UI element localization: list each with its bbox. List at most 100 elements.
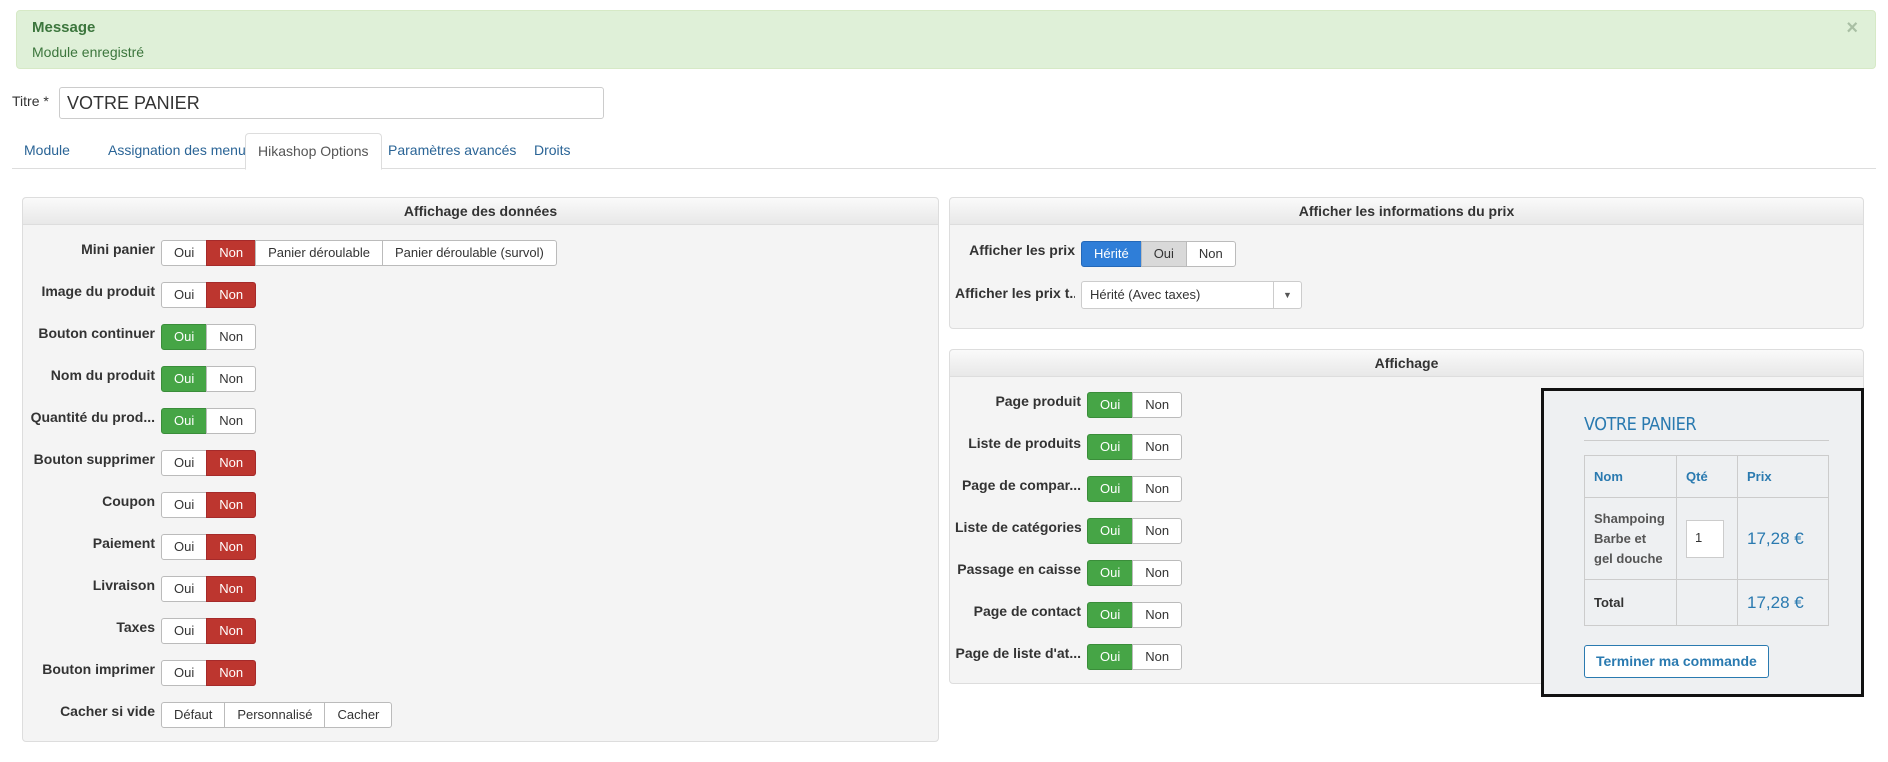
nom-du-produit-non-button[interactable]: Non: [206, 366, 257, 392]
option-label-cacher-si-vide: Cacher si vide: [60, 703, 155, 719]
option-label-bouton-imprimer: Bouton imprimer: [42, 661, 155, 677]
cacher-si-vide-defaut-button[interactable]: Défaut: [161, 702, 226, 728]
option-row-coupon: Coupon Oui Non: [29, 492, 909, 518]
liste-de-produits-non-button[interactable]: Non: [1132, 434, 1183, 460]
cart-module-preview: VOTRE PANIER Nom Qté Prix Shampoing Barb…: [1541, 388, 1864, 697]
tab-hikashop-options[interactable]: Hikashop Options: [245, 133, 382, 170]
option-row-page-produit: Page produit Oui Non: [955, 392, 1455, 418]
show-prices-inherited-button[interactable]: Hérité: [1081, 241, 1142, 267]
title-input[interactable]: [59, 87, 604, 119]
option-label-page-de-contact: Page de contact: [973, 603, 1081, 619]
coupon-oui-button[interactable]: Oui: [161, 492, 208, 518]
data-panel-title: Affichage des données: [23, 198, 938, 225]
option-toggle-bouton-imprimer: Oui Non: [161, 660, 257, 686]
tab-menu-assignment[interactable]: Assignation des menus: [96, 133, 265, 170]
option-label-bouton-supprimer: Bouton supprimer: [33, 451, 155, 467]
mini-panier-non-button[interactable]: Non: [206, 240, 257, 266]
option-toggle-page-de-liste-d-at: Oui Non: [1087, 644, 1183, 670]
cacher-si-vide-cacher-button[interactable]: Cacher: [324, 702, 393, 728]
mini-panier-panier-deroulable-button[interactable]: Panier déroulable: [255, 240, 383, 266]
option-toggle-quantite-du-prod: Oui Non: [161, 408, 257, 434]
bouton-imprimer-non-button[interactable]: Non: [206, 660, 257, 686]
cart-header-name: Nom: [1584, 455, 1677, 498]
message-title: Message: [32, 19, 96, 36]
tab-advanced-settings[interactable]: Paramètres avancés: [376, 133, 528, 170]
price-type-label: Afficher les prix t...: [955, 285, 1075, 301]
option-label-bouton-continuer: Bouton continuer: [38, 325, 155, 341]
image-du-produit-oui-button[interactable]: Oui: [161, 282, 208, 308]
bouton-imprimer-oui-button[interactable]: Oui: [161, 660, 208, 686]
cart-header-qty: Qté: [1676, 455, 1738, 498]
option-label-page-de-compar: Page de compar...: [961, 477, 1081, 493]
option-toggle-nom-du-produit: Oui Non: [161, 366, 257, 392]
mini-panier-panier-deroulable-survol-button[interactable]: Panier déroulable (survol): [382, 240, 557, 266]
liste-de-categories-oui-button[interactable]: Oui: [1087, 518, 1134, 544]
passage-en-caisse-non-button[interactable]: Non: [1132, 560, 1183, 586]
bouton-supprimer-non-button[interactable]: Non: [206, 450, 257, 476]
cacher-si-vide-personnalise-button[interactable]: Personnalisé: [224, 702, 326, 728]
show-prices-label: Afficher les prix: [969, 242, 1075, 258]
tab-bar: Module Assignation des menus Hikashop Op…: [12, 133, 1876, 170]
option-toggle-page-de-compar: Oui Non: [1087, 476, 1183, 502]
coupon-non-button[interactable]: Non: [206, 492, 257, 518]
cart-item-qty-input[interactable]: 1: [1686, 519, 1724, 558]
option-row-passage-en-caisse: Passage en caisse Oui Non: [955, 560, 1455, 586]
option-label-passage-en-caisse: Passage en caisse: [957, 561, 1081, 577]
option-toggle-liste-de-produits: Oui Non: [1087, 434, 1183, 460]
paiement-oui-button[interactable]: Oui: [161, 534, 208, 560]
data-display-panel: Affichage des données Mini panier Oui Non P…: [22, 197, 939, 742]
passage-en-caisse-oui-button[interactable]: Oui: [1087, 560, 1134, 586]
quantite-du-prod-oui-button[interactable]: Oui: [161, 408, 208, 434]
show-prices-yes-button[interactable]: Oui: [1140, 241, 1187, 267]
page-produit-non-button[interactable]: Non: [1132, 392, 1183, 418]
taxes-oui-button[interactable]: Oui: [161, 618, 208, 644]
price-type-select[interactable]: Hérité (Avec taxes) ▼: [1081, 281, 1302, 309]
taxes-non-button[interactable]: Non: [206, 618, 257, 644]
bouton-continuer-non-button[interactable]: Non: [206, 324, 257, 350]
option-toggle-passage-en-caisse: Oui Non: [1087, 560, 1183, 586]
image-du-produit-non-button[interactable]: Non: [206, 282, 257, 308]
option-label-mini-panier: Mini panier: [81, 241, 155, 257]
checkout-button[interactable]: Terminer ma commande: [1584, 645, 1769, 678]
nom-du-produit-oui-button[interactable]: Oui: [161, 366, 208, 392]
page-de-liste-d-at-non-button[interactable]: Non: [1132, 644, 1183, 670]
page-de-liste-d-at-oui-button[interactable]: Oui: [1087, 644, 1134, 670]
price-type-value: Hérité (Avec taxes): [1090, 287, 1201, 302]
page-de-contact-non-button[interactable]: Non: [1132, 602, 1183, 628]
bouton-supprimer-oui-button[interactable]: Oui: [161, 450, 208, 476]
page-de-compar-non-button[interactable]: Non: [1132, 476, 1183, 502]
caret-down-icon: ▼: [1273, 282, 1301, 308]
livraison-non-button[interactable]: Non: [206, 576, 257, 602]
cart-total-row: Total 17,28 €: [1584, 579, 1829, 626]
option-label-livraison: Livraison: [92, 577, 155, 593]
option-toggle-bouton-supprimer: Oui Non: [161, 450, 257, 476]
option-label-quantite-du-prod: Quantité du prod...: [30, 409, 155, 425]
option-row-image-du-produit: Image du produit Oui Non: [29, 282, 909, 308]
show-prices-no-button[interactable]: Non: [1185, 241, 1236, 267]
mini-panier-oui-button[interactable]: Oui: [161, 240, 208, 266]
cart-table: Nom Qté Prix Shampoing Barbe et gel douc…: [1584, 455, 1829, 626]
close-icon[interactable]: ×: [1846, 17, 1858, 40]
option-row-mini-panier: Mini panier Oui Non Panier déroulable Panier…: [29, 240, 909, 266]
tab-module[interactable]: Module: [12, 133, 82, 170]
cart-header-price: Prix: [1737, 455, 1829, 498]
page-de-contact-oui-button[interactable]: Oui: [1087, 602, 1134, 628]
option-label-page-produit: Page produit: [995, 393, 1081, 409]
tab-permissions[interactable]: Droits: [522, 133, 583, 170]
option-row-bouton-imprimer: Bouton imprimer Oui Non: [29, 660, 909, 686]
option-row-page-de-contact: Page de contact Oui Non: [955, 602, 1455, 628]
livraison-oui-button[interactable]: Oui: [161, 576, 208, 602]
page-produit-oui-button[interactable]: Oui: [1087, 392, 1134, 418]
liste-de-produits-oui-button[interactable]: Oui: [1087, 434, 1134, 460]
page-de-compar-oui-button[interactable]: Oui: [1087, 476, 1134, 502]
paiement-non-button[interactable]: Non: [206, 534, 257, 560]
option-row-page-de-liste-d-at: Page de liste d'at... Oui Non: [955, 644, 1455, 670]
title-label: Titre *: [12, 93, 49, 109]
option-toggle-livraison: Oui Non: [161, 576, 257, 602]
liste-de-categories-non-button[interactable]: Non: [1132, 518, 1183, 544]
option-toggle-coupon: Oui Non: [161, 492, 257, 518]
bouton-continuer-oui-button[interactable]: Oui: [161, 324, 208, 350]
quantite-du-prod-non-button[interactable]: Non: [206, 408, 257, 434]
option-toggle-bouton-continuer: Oui Non: [161, 324, 257, 350]
option-row-bouton-continuer: Bouton continuer Oui Non: [29, 324, 909, 350]
